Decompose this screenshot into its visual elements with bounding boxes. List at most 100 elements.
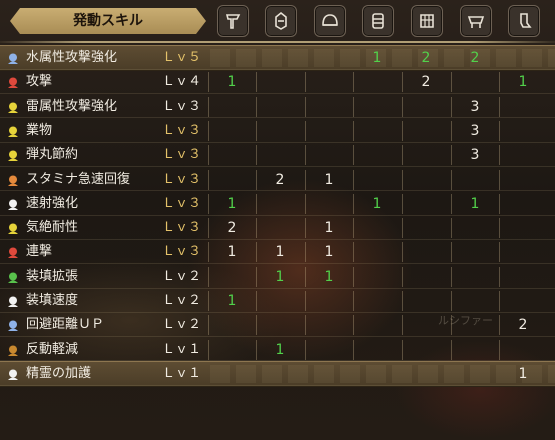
skill-row[interactable]: 攻撃 Ｌｖ４ 1 2 1 (0, 69, 555, 95)
skill-name: 装填速度 (26, 293, 79, 308)
skill-point-cell: 1 (372, 195, 382, 212)
skill-point-cell: 1 (518, 74, 528, 91)
column-divider (353, 315, 354, 336)
column-divider (256, 218, 257, 239)
column-divider (499, 218, 500, 239)
skill-point-cell: 1 (470, 195, 480, 212)
skill-point-cell: 3 (470, 98, 480, 115)
skill-point-cell: 1 (275, 244, 285, 261)
column-divider (353, 169, 354, 190)
skill-point-cell: 2 (518, 317, 528, 334)
skill-summary-panel: 発動スキル 水属性攻撃強化 Ｌｖ５ 1 2 2 攻撃 Ｌｖ４ 1 2 1 雷属性攻撃強化 Ｌｖ３ 3 業物… (0, 0, 555, 440)
skill-point-cell: 1 (227, 244, 237, 261)
skill-row[interactable]: 気絶耐性 Ｌｖ３ 2 1 (0, 215, 555, 241)
column-divider (353, 242, 354, 263)
skill-point-cell: 2 (227, 220, 237, 237)
column-divider (305, 218, 306, 239)
skill-row[interactable]: 装填拡張 Ｌｖ２ 1 1 (0, 264, 555, 290)
skill-point-cell: 1 (227, 195, 237, 212)
column-divider (499, 242, 500, 263)
skill-name: 業物 (26, 122, 53, 138)
skill-row[interactable]: 反動軽減 Ｌｖ１ 1 (0, 337, 555, 363)
column-divider (305, 96, 306, 117)
header-title: 発動スキル (73, 13, 143, 29)
skill-name: 反動軽減 (26, 341, 79, 357)
skill-level: Ｌｖ３ (162, 147, 202, 163)
skill-level: Ｌｖ３ (162, 98, 202, 114)
skill-row[interactable]: 精霊の加護 Ｌｖ１ 1 (0, 360, 555, 387)
column-divider (451, 96, 452, 117)
weapon-icon (217, 5, 249, 37)
skill-point-cell: 1 (275, 268, 285, 285)
skill-row[interactable]: スタミナ急速回復 Ｌｖ３ 2 1 (0, 167, 555, 193)
skill-name: スタミナ急速回復 (26, 171, 131, 187)
column-divider (353, 291, 354, 311)
column-divider (451, 339, 452, 360)
leg-armor-icon (508, 5, 540, 37)
skill-name: 装填拡張 (26, 268, 79, 284)
column-divider (499, 72, 500, 93)
column-divider (305, 169, 306, 190)
column-divider (208, 339, 209, 360)
skill-name: 精霊の加護 (26, 365, 92, 381)
skill-row[interactable]: 雷属性攻撃強化 Ｌｖ３ 3 (0, 94, 555, 120)
column-divider (353, 72, 354, 93)
column-divider (305, 291, 306, 311)
column-divider (499, 120, 500, 141)
skill-jewel-icon (6, 294, 20, 308)
column-divider (499, 145, 500, 166)
column-divider (208, 120, 209, 141)
column-divider (305, 315, 306, 336)
skill-level: Ｌｖ４ (162, 74, 202, 90)
column-divider (208, 96, 209, 117)
column-divider (353, 120, 354, 141)
skill-jewel-icon (6, 245, 20, 259)
skill-jewel-icon (6, 173, 20, 187)
column-divider (499, 315, 500, 336)
skill-jewel-icon (6, 221, 20, 235)
column-divider (499, 96, 500, 117)
column-divider (305, 120, 306, 141)
skill-point-cell: 2 (421, 50, 431, 66)
column-divider (208, 266, 209, 287)
skill-name: 気絶耐性 (26, 220, 79, 236)
skill-level: Ｌｖ３ (162, 220, 202, 236)
skill-jewel-icon (6, 51, 20, 65)
skill-row[interactable]: 業物 Ｌｖ３ 3 (0, 118, 555, 144)
skill-row[interactable]: 装填速度 Ｌｖ２ 1 (0, 288, 555, 314)
column-divider (402, 315, 403, 336)
column-divider (402, 193, 403, 214)
column-divider (256, 266, 257, 287)
header-divider (0, 41, 555, 43)
arm-armor-icon (411, 5, 443, 37)
column-divider (499, 169, 500, 190)
column-divider (499, 193, 500, 214)
column-divider (402, 120, 403, 141)
skill-point-cell: 2 (421, 74, 431, 91)
column-divider (305, 242, 306, 263)
skill-jewel-icon (6, 124, 20, 138)
column-divider (499, 266, 500, 287)
skill-jewel-icon (6, 318, 20, 332)
column-divider (499, 339, 500, 360)
column-divider (305, 339, 306, 360)
column-divider (305, 145, 306, 166)
skill-jewel-icon (6, 197, 20, 211)
skill-jewel-icon (6, 75, 20, 89)
skill-row[interactable]: 水属性攻撃強化 Ｌｖ５ 1 2 2 (0, 45, 555, 71)
skill-name: 雷属性攻撃強化 (26, 98, 118, 114)
skill-point-cell: 1 (324, 220, 334, 237)
column-divider (256, 169, 257, 190)
skill-level: Ｌｖ３ (162, 195, 202, 211)
skill-point-cell: 1 (372, 50, 382, 66)
skill-name: 水属性攻撃強化 (26, 50, 118, 65)
skill-point-cell: 1 (324, 268, 334, 285)
skill-row[interactable]: 速射強化 Ｌｖ３ 1 1 1 (0, 191, 555, 217)
skill-level: Ｌｖ５ (162, 50, 202, 65)
column-divider (402, 266, 403, 287)
helm-icon (314, 5, 346, 37)
skill-level: Ｌｖ２ (162, 293, 202, 308)
skill-row[interactable]: 弾丸節約 Ｌｖ３ 3 (0, 142, 555, 168)
charm-icon (265, 5, 297, 37)
skill-row[interactable]: 連撃 Ｌｖ３ 1 1 1 (0, 239, 555, 265)
